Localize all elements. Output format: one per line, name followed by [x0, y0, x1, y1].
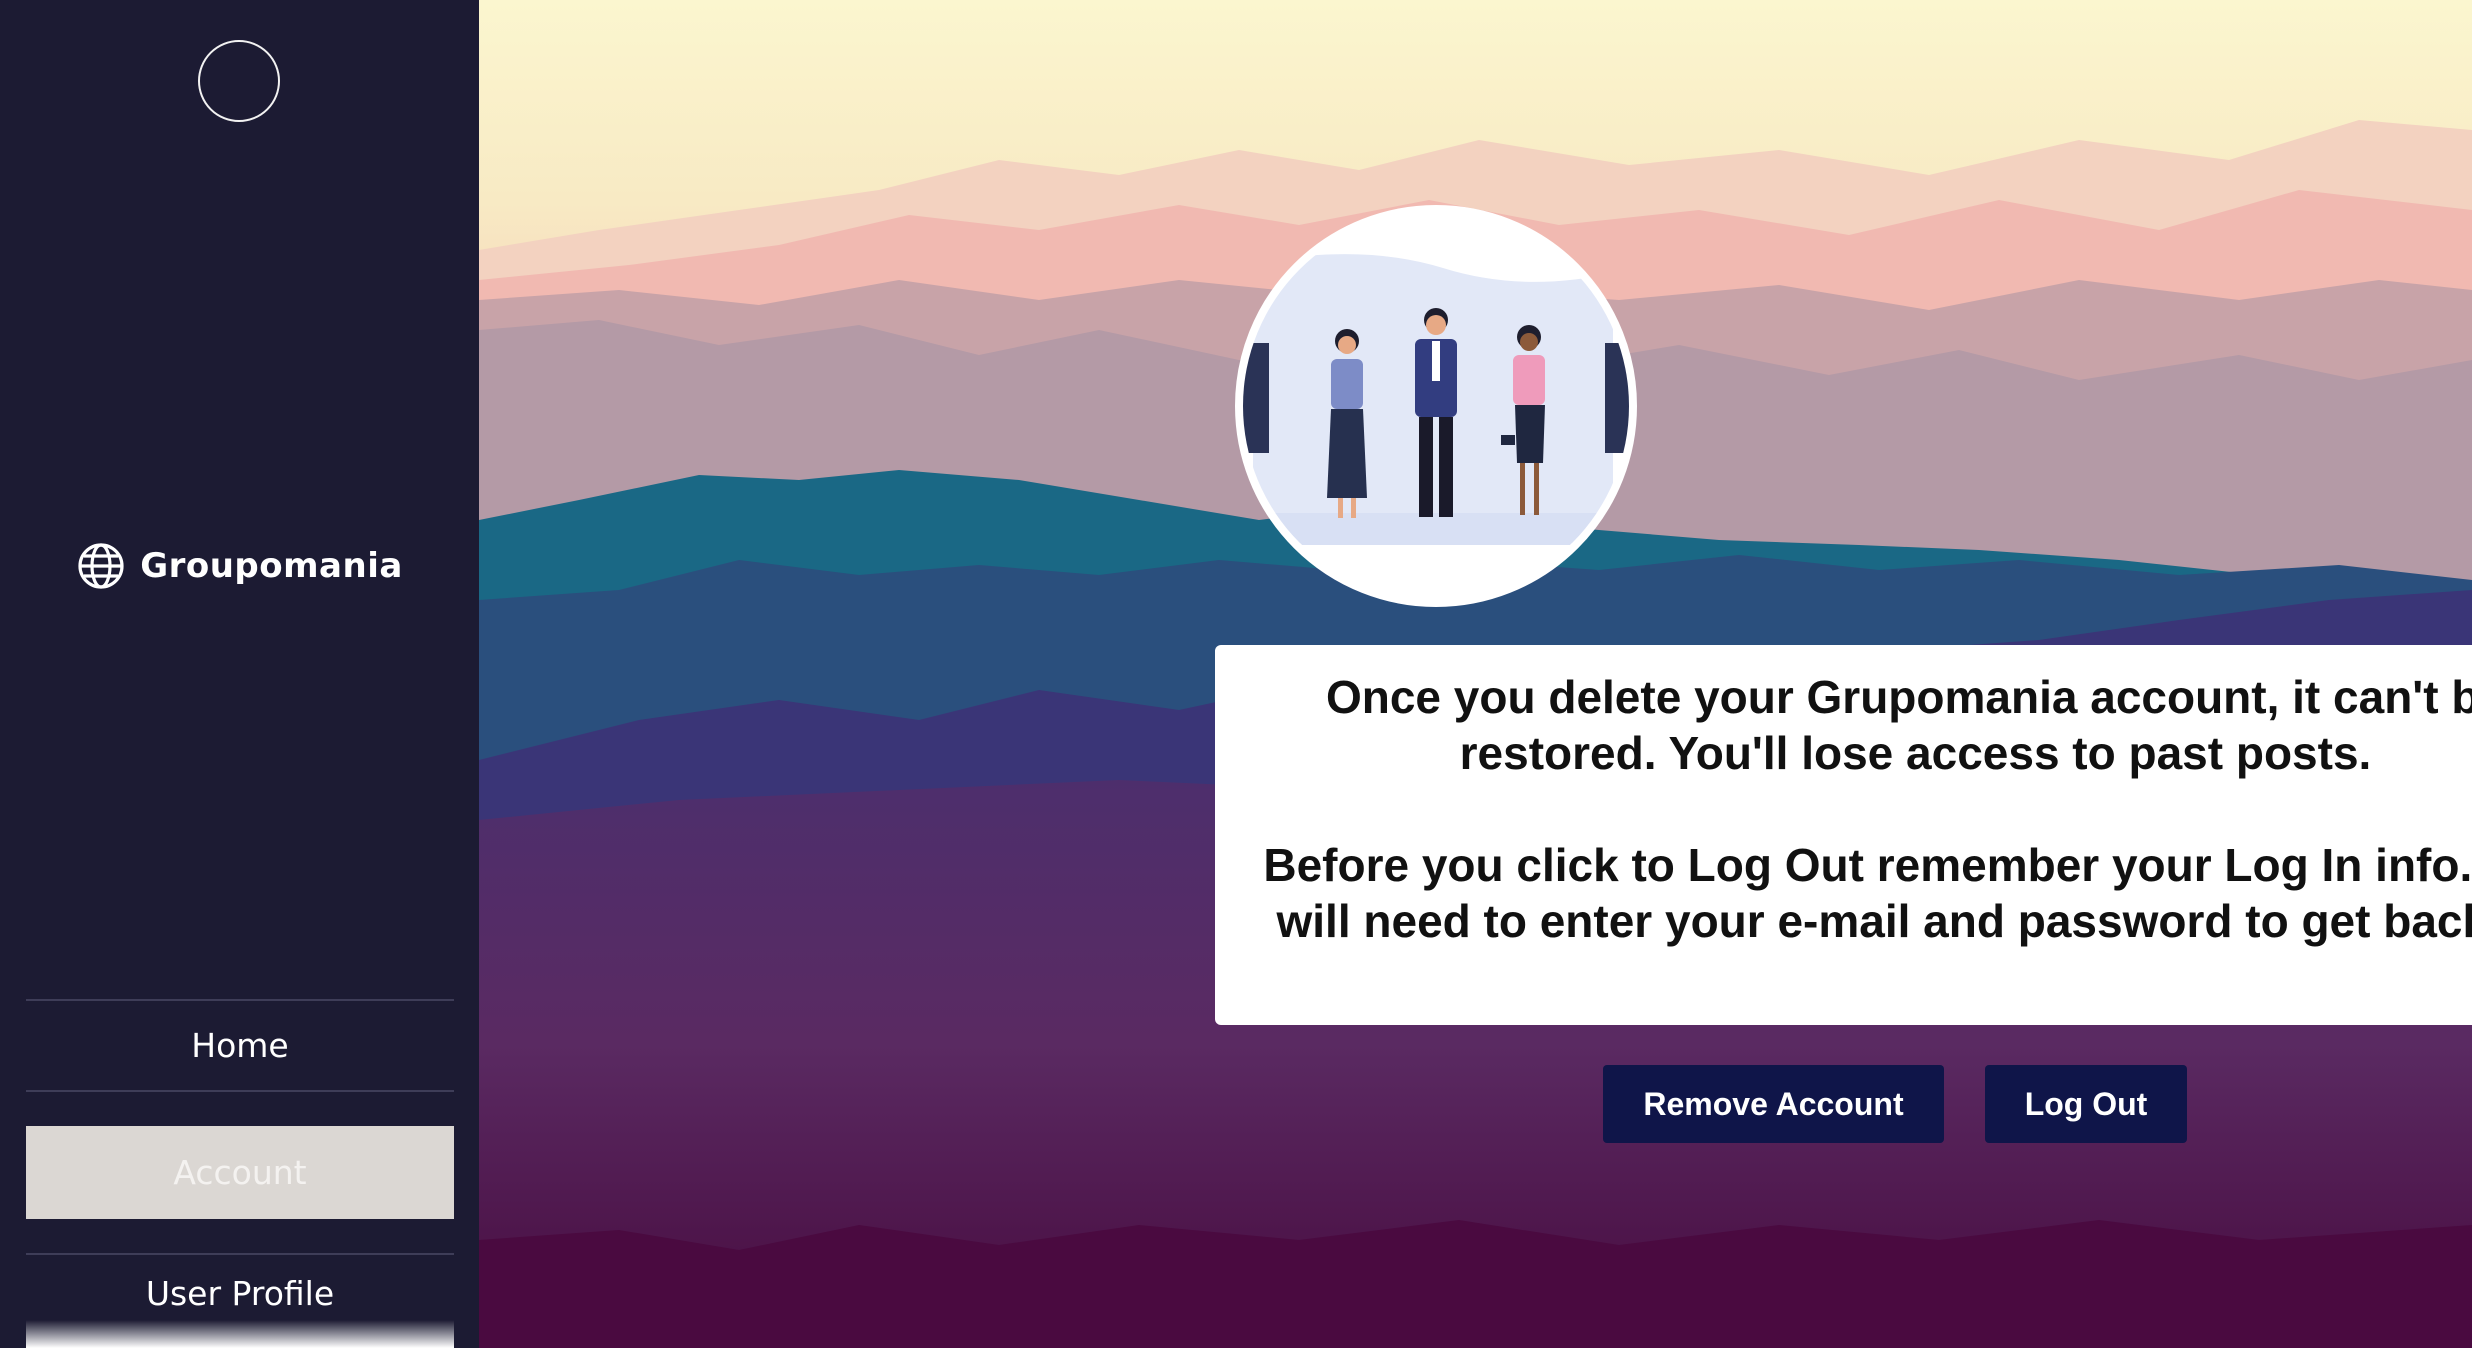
- sidebar-item-label: User Profile: [145, 1274, 335, 1313]
- sidebar-item-label: Account: [173, 1153, 307, 1192]
- brand-name: Groupomania: [140, 546, 403, 586]
- sidebar: Groupomania Home Account User Profile: [0, 0, 479, 1348]
- logout-reminder-text: Before you click to Log Out remember you…: [1263, 839, 2472, 947]
- people-illustration: [1243, 213, 1629, 599]
- delete-warning-text: Once you delete your Grupomania account,…: [1325, 671, 2472, 779]
- avatar[interactable]: [198, 40, 280, 122]
- main-content: Once you delete your Grupomania account,…: [479, 0, 2472, 1348]
- globe-icon: [78, 543, 124, 589]
- log-out-button[interactable]: Log Out: [1985, 1065, 2187, 1143]
- sidebar-item-account[interactable]: Account: [26, 1126, 454, 1219]
- brand-logo: Groupomania: [0, 536, 479, 596]
- sidebar-item-home[interactable]: Home: [26, 999, 454, 1092]
- sidebar-item-label: Home: [191, 1026, 289, 1065]
- team-illustration: [1235, 205, 1637, 607]
- warning-card: Once you delete your Grupomania account,…: [1215, 645, 2472, 1025]
- remove-account-button[interactable]: Remove Account: [1603, 1065, 1944, 1143]
- sidebar-item-user-profile[interactable]: User Profile: [26, 1253, 454, 1348]
